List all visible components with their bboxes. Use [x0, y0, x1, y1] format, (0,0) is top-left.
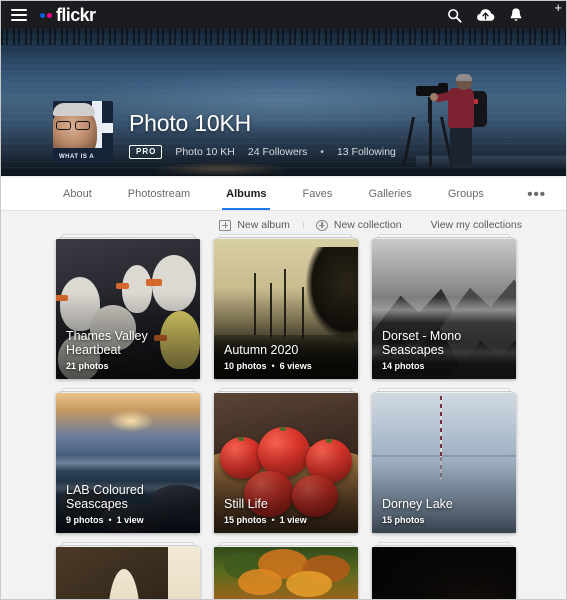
- global-topbar: flickr +: [1, 1, 566, 29]
- tab-photostream[interactable]: Photostream: [128, 178, 190, 210]
- album-card[interactable]: [214, 542, 358, 599]
- album-view-count: 1 view: [116, 515, 144, 525]
- profile-username: Photo 10 KH: [175, 146, 235, 159]
- new-collection-icon: [315, 219, 328, 231]
- album-cover-image: Dorset - Mono Seascapes 14 photos: [372, 239, 516, 379]
- album-card[interactable]: Autumn 2020 10 photos • 6 views: [214, 234, 358, 379]
- album-label: Dorney Lake 15 photos: [382, 497, 508, 525]
- album-card[interactable]: Still Life 15 photos • 1 view: [214, 388, 358, 533]
- album-cover-image: Still Life 15 photos • 1 view: [214, 393, 358, 533]
- topbar-actions: +: [447, 1, 562, 26]
- album-stats: 14 photos: [382, 361, 508, 371]
- new-album-icon: [219, 219, 232, 231]
- album-view-count: 1 view: [279, 515, 307, 525]
- pro-badge[interactable]: PRO: [129, 145, 163, 159]
- album-stats-separator: •: [271, 515, 275, 525]
- album-label: Autumn 2020 10 photos • 6 views: [224, 343, 350, 371]
- album-title: Still Life: [224, 497, 268, 512]
- album-card[interactable]: Thames Valley Heartbeat 21 photos: [56, 234, 200, 379]
- albums-grid: Thames Valley Heartbeat 21 photos Autumn…: [1, 234, 566, 599]
- albums-action-bar: New album New collection View my collect…: [1, 211, 566, 239]
- album-stats: 15 photos: [382, 515, 508, 525]
- user-avatar-icon[interactable]: +: [537, 1, 562, 26]
- album-photo-count: 9 photos: [66, 515, 104, 525]
- album-card[interactable]: [56, 542, 200, 599]
- new-album-button[interactable]: New album: [206, 219, 303, 231]
- stats-separator: •: [320, 146, 324, 158]
- tab-about-label: About: [63, 188, 92, 200]
- album-cover-image: [56, 547, 200, 599]
- page-title[interactable]: Photo 10KH: [129, 110, 396, 136]
- new-collection-button[interactable]: New collection: [302, 219, 415, 231]
- followers-count[interactable]: 24 Followers: [248, 146, 308, 158]
- following-count[interactable]: 13 Following: [337, 146, 396, 158]
- album-title: LAB Coloured Seascapes: [66, 482, 144, 512]
- album-title: Dorset - Mono Seascapes: [382, 328, 462, 358]
- album-cover-image: [372, 547, 516, 599]
- album-label: Still Life 15 photos • 1 view: [224, 497, 350, 525]
- album-photo-count: 10 photos: [224, 361, 267, 371]
- tab-galleries[interactable]: Galleries: [368, 178, 411, 210]
- add-plus-icon: +: [554, 0, 562, 15]
- album-title: Thames Valley Heartbeat: [66, 328, 148, 358]
- tab-photostream-label: Photostream: [127, 188, 191, 200]
- profile-info: Photo 10KH PRO Photo 10 KH 24 Followers …: [129, 91, 396, 159]
- view-my-collections-link[interactable]: View my collections: [415, 219, 522, 231]
- avatar-caption: WHAT IS A: [59, 154, 95, 160]
- flickr-logo[interactable]: flickr: [40, 5, 96, 25]
- album-card[interactable]: [372, 542, 516, 599]
- profile-avatar[interactable]: WHAT IS A: [53, 101, 113, 161]
- profile-header: WHAT IS A Photo 10KH PRO Photo 10 KH 24 …: [1, 91, 566, 176]
- album-photo-count: 15 photos: [382, 515, 425, 525]
- tab-albums[interactable]: Albums: [222, 178, 271, 210]
- album-view-count: 6 views: [279, 361, 312, 371]
- profile-nav: About Photostream Albums Faves Galleries…: [1, 178, 566, 211]
- album-label: Dorset - Mono Seascapes 14 photos: [382, 329, 508, 372]
- new-album-label: New album: [237, 219, 290, 231]
- album-title: Dorney Lake: [382, 497, 453, 512]
- album-stats: 9 photos • 1 view: [66, 515, 192, 525]
- nav-overflow-icon[interactable]: •••: [527, 178, 546, 210]
- album-photo-count: 14 photos: [382, 361, 425, 371]
- tab-groups[interactable]: Groups: [448, 178, 484, 210]
- album-cover-image: Autumn 2020 10 photos • 6 views: [214, 239, 358, 379]
- album-cover-image: Dorney Lake 15 photos: [372, 393, 516, 533]
- album-cover-image: LAB Coloured Seascapes 9 photos • 1 view: [56, 393, 200, 533]
- flickr-wordmark: flickr: [56, 5, 96, 25]
- album-photo-count: 15 photos: [224, 515, 267, 525]
- tab-faves[interactable]: Faves: [302, 178, 332, 210]
- album-card[interactable]: Dorset - Mono Seascapes 14 photos: [372, 234, 516, 379]
- tab-groups-label: Groups: [447, 188, 484, 200]
- album-stats: 15 photos • 1 view: [224, 515, 350, 525]
- profile-stats: PRO Photo 10 KH 24 Followers • 13 Follow…: [129, 145, 396, 159]
- album-cover-image: [214, 547, 358, 599]
- glasses-icon: [56, 121, 94, 130]
- new-collection-label: New collection: [333, 219, 402, 231]
- album-stats: 21 photos: [66, 361, 192, 371]
- tab-albums-label: Albums: [226, 188, 267, 200]
- flickr-page: flickr + WHAT IS A Photo 10KH PRO Photo …: [0, 0, 567, 600]
- album-card[interactable]: LAB Coloured Seascapes 9 photos • 1 view: [56, 388, 200, 533]
- album-stats-separator: •: [271, 361, 275, 371]
- album-stats-separator: •: [108, 515, 112, 525]
- album-cover-image: Thames Valley Heartbeat 21 photos: [56, 239, 200, 379]
- tab-galleries-label: Galleries: [368, 188, 412, 200]
- search-icon[interactable]: [447, 8, 462, 23]
- flickr-dots-icon: [40, 12, 52, 18]
- album-label: Thames Valley Heartbeat 21 photos: [66, 329, 192, 372]
- album-photo-count: 21 photos: [66, 361, 109, 371]
- hamburger-menu-icon[interactable]: [11, 9, 27, 21]
- tab-faves-label: Faves: [302, 188, 333, 200]
- album-card[interactable]: Dorney Lake 15 photos: [372, 388, 516, 533]
- album-title: Autumn 2020: [224, 343, 299, 358]
- notifications-bell-icon[interactable]: [509, 7, 523, 23]
- tab-about[interactable]: About: [63, 178, 92, 210]
- album-stats: 10 photos • 6 views: [224, 361, 350, 371]
- upload-cloud-icon[interactable]: [476, 8, 495, 23]
- album-label: LAB Coloured Seascapes 9 photos • 1 view: [66, 483, 192, 526]
